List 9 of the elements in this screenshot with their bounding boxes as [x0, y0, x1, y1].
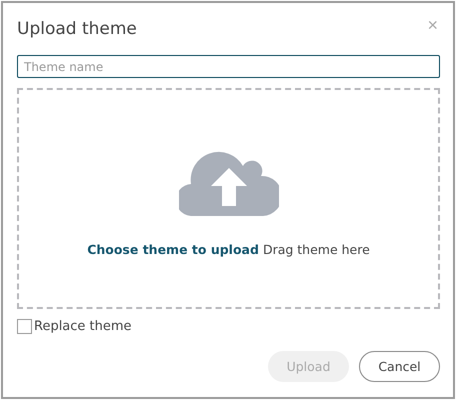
cloud-upload-icon — [178, 150, 278, 216]
checkbox[interactable] — [17, 319, 32, 334]
cancel-button[interactable]: Cancel — [359, 351, 440, 382]
dialog-title: Upload theme — [17, 19, 137, 39]
choose-theme-link[interactable]: Choose theme to upload — [87, 242, 259, 257]
checkbox-label: Replace theme — [34, 319, 132, 334]
drag-hint: Drag theme here — [262, 242, 370, 257]
drop-zone[interactable]: Choose theme to upload Drag theme here — [17, 88, 440, 309]
theme-name-field[interactable]: Theme name — [17, 55, 440, 78]
